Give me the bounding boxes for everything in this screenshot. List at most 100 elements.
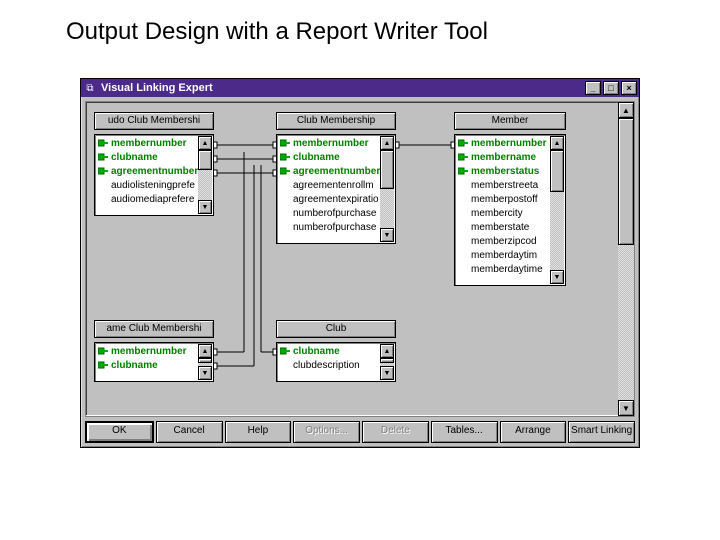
scroll-up-icon[interactable]: ▲ [380, 344, 394, 358]
scroll-thumb[interactable] [618, 118, 634, 245]
scroll-down-icon[interactable]: ▼ [618, 400, 634, 416]
ok-button[interactable]: OK [85, 421, 154, 443]
field-row[interactable]: memberstreeta [456, 178, 550, 192]
scroll-up-icon[interactable]: ▲ [550, 136, 564, 150]
delete-button: Delete [362, 421, 429, 443]
field-row[interactable]: numberofpurchase [278, 206, 380, 220]
list-body[interactable]: membernumberclubnameagreementnumberagree… [278, 136, 380, 242]
help-button[interactable]: Help [225, 421, 292, 443]
field-row[interactable]: clubname [96, 358, 198, 372]
smart-linking-button[interactable]: Smart Linking [568, 421, 635, 443]
list-body[interactable]: membernumberclubnameagreementnumberaudio… [96, 136, 198, 214]
field-row[interactable]: membernumber [278, 136, 380, 150]
field-list[interactable]: membernumberclubnameagreementnumberaudio… [94, 134, 214, 216]
field-row[interactable]: numberofpurchase [278, 220, 380, 234]
list-scrollbar[interactable]: ▲ ▼ [380, 344, 394, 380]
key-field-icon [98, 346, 108, 356]
field-name: membernumber [471, 138, 547, 149]
field-row[interactable]: agreementnumber [278, 164, 380, 178]
field-list[interactable]: membernumber clubname ▲ ▼ [94, 342, 214, 382]
table-audio-club-membership[interactable]: udo Club Membershi membernumberclubname a… [94, 112, 214, 216]
field-name: numberofpurchase [293, 222, 376, 233]
field-row[interactable]: audiolisteningprefe [96, 178, 198, 192]
field-name: audiomediaprefere [111, 194, 194, 205]
key-field-icon [458, 166, 468, 176]
table-title[interactable]: Member [454, 112, 566, 130]
table-club-membership[interactable]: Club Membership membernumberclubnameagre… [276, 112, 396, 244]
field-icon [458, 236, 468, 246]
field-row[interactable]: agreementexpiratio [278, 192, 380, 206]
key-field-icon [98, 166, 108, 176]
scroll-up-icon[interactable]: ▲ [380, 136, 394, 150]
field-icon [458, 264, 468, 274]
table-title[interactable]: ame Club Membershi [94, 320, 214, 338]
titlebar[interactable]: ⧉ Visual Linking Expert _ □ × [81, 79, 639, 97]
list-scrollbar[interactable]: ▲ ▼ [198, 136, 212, 214]
field-name: clubname [111, 360, 158, 371]
list-body[interactable]: membernumbermembernamememberstatusmember… [456, 136, 550, 284]
scroll-down-icon[interactable]: ▼ [198, 200, 212, 214]
table-title[interactable]: Club [276, 320, 396, 338]
field-row[interactable]: clubname [278, 344, 380, 358]
list-body[interactable]: membernumber clubname [96, 344, 198, 380]
table-title[interactable]: udo Club Membershi [94, 112, 214, 130]
field-row[interactable]: membercity [456, 206, 550, 220]
close-button[interactable]: × [621, 81, 637, 95]
scroll-down-icon[interactable]: ▼ [380, 228, 394, 242]
minimize-button[interactable]: _ [585, 81, 601, 95]
field-list[interactable]: clubname clubdescription ▲ ▼ [276, 342, 396, 382]
field-row[interactable]: clubname [96, 150, 198, 164]
table-title[interactable]: Club Membership [276, 112, 396, 130]
field-icon [98, 194, 108, 204]
field-icon [280, 208, 290, 218]
field-row[interactable]: memberpostoff [456, 192, 550, 206]
field-row[interactable]: audiomediaprefere [96, 192, 198, 206]
field-name: membername [471, 152, 536, 163]
field-row[interactable]: membername [456, 150, 550, 164]
key-field-icon [98, 360, 108, 370]
field-row[interactable]: membernumber [456, 136, 550, 150]
scroll-up-icon[interactable]: ▲ [198, 344, 212, 358]
field-name: memberzipcod [471, 236, 537, 247]
field-row[interactable]: agreementnumber [96, 164, 198, 178]
field-row[interactable]: membernumber [96, 136, 198, 150]
field-row[interactable]: memberstatus [456, 164, 550, 178]
field-list[interactable]: membernumbermembernamememberstatusmember… [454, 134, 566, 286]
scroll-down-icon[interactable]: ▼ [550, 270, 564, 284]
tables-button[interactable]: Tables... [431, 421, 498, 443]
scroll-down-icon[interactable]: ▼ [198, 366, 212, 380]
scroll-up-icon[interactable]: ▲ [618, 102, 634, 118]
list-scrollbar[interactable]: ▲ ▼ [380, 136, 394, 242]
field-row[interactable]: membernumber [96, 344, 198, 358]
linking-canvas[interactable]: udo Club Membershi membernumberclubnamea… [86, 102, 618, 416]
maximize-button[interactable]: □ [603, 81, 619, 95]
field-name: memberpostoff [471, 194, 538, 205]
field-name: clubdescription [293, 360, 360, 371]
list-scrollbar[interactable]: ▲ ▼ [550, 136, 564, 284]
field-list[interactable]: membernumberclubnameagreementnumberagree… [276, 134, 396, 244]
table-game-club-membership[interactable]: ame Club Membershi membernumber clubname … [94, 320, 214, 382]
field-row[interactable]: agreementenrollm [278, 178, 380, 192]
table-club[interactable]: Club clubname clubdescription ▲ ▼ [276, 320, 396, 382]
arrange-button[interactable]: Arrange [500, 421, 567, 443]
field-row[interactable]: clubname [278, 150, 380, 164]
field-row[interactable]: memberstate [456, 220, 550, 234]
visual-linking-window: ⧉ Visual Linking Expert _ □ × udo C [80, 78, 640, 448]
scroll-track[interactable] [618, 118, 634, 400]
canvas-scrollbar[interactable]: ▲ ▼ [618, 102, 634, 416]
field-name: agreementnumber [111, 166, 198, 177]
list-scrollbar[interactable]: ▲ ▼ [198, 344, 212, 380]
app-icon: ⧉ [83, 81, 97, 95]
field-name: numberofpurchase [293, 208, 376, 219]
cancel-button[interactable]: Cancel [156, 421, 223, 443]
scroll-up-icon[interactable]: ▲ [198, 136, 212, 150]
field-name: clubname [293, 152, 340, 163]
table-member[interactable]: Member membernumber membernamememberstatu… [454, 112, 566, 286]
key-field-icon [280, 346, 290, 356]
field-row[interactable]: memberzipcod [456, 234, 550, 248]
field-row[interactable]: memberdaytime [456, 262, 550, 276]
field-row[interactable]: clubdescription [278, 358, 380, 372]
list-body[interactable]: clubname clubdescription [278, 344, 380, 380]
field-row[interactable]: memberdaytim [456, 248, 550, 262]
scroll-down-icon[interactable]: ▼ [380, 366, 394, 380]
